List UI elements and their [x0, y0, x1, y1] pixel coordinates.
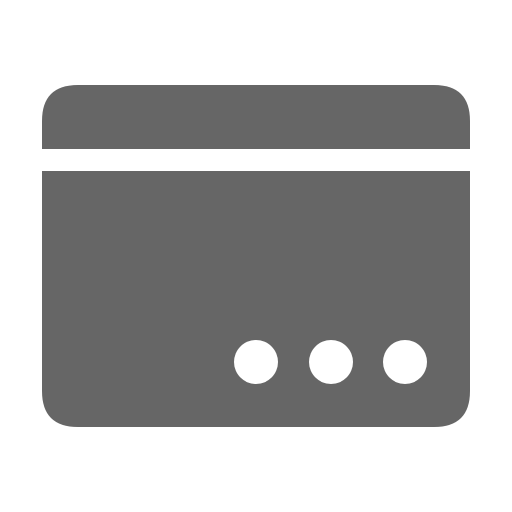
more-dot-3 [383, 340, 427, 384]
window-title-bar [42, 85, 470, 149]
more-dot-2 [309, 340, 353, 384]
icon-canvas [0, 0, 512, 512]
window-body [42, 171, 470, 427]
browser-window-more-icon [42, 85, 470, 427]
more-dot-1 [234, 340, 278, 384]
